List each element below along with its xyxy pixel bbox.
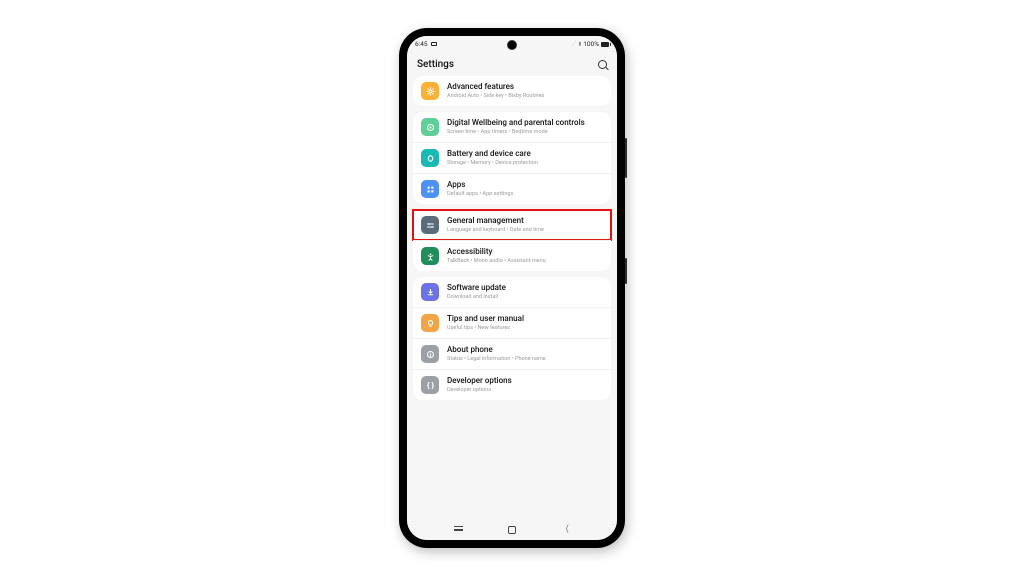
row-subtitle: Download and install (447, 294, 603, 301)
status-time: 6:45 (415, 40, 428, 48)
row-title: Software update (447, 283, 603, 293)
grid-icon (421, 180, 439, 198)
row-title: Advanced features (447, 82, 603, 92)
front-camera-icon (507, 40, 517, 50)
app-bar: Settings (407, 52, 617, 76)
screen: 6:45 ⋰ ▮ 100% Settings Advanced features… (407, 36, 617, 540)
row-subtitle: Status • Legal information • Phone name (447, 356, 603, 363)
accessibility-icon (421, 247, 439, 265)
settings-group: Digital Wellbeing and parental controlsS… (413, 112, 611, 204)
row-title: Apps (447, 180, 603, 190)
side-button-power (625, 258, 627, 284)
settings-group: Software updateDownload and install Tips … (413, 277, 611, 400)
row-subtitle: Default apps • App settings (447, 191, 603, 198)
status-battery-pct: 100% (583, 40, 599, 48)
row-text: Advanced featuresAndroid Auto • Side key… (447, 82, 603, 100)
row-subtitle: Android Auto • Side key • Bixby Routines (447, 93, 603, 100)
settings-row-dev[interactable]: Developer optionsDeveloper options (413, 369, 611, 400)
row-text: About phoneStatus • Legal information • … (447, 345, 603, 363)
nav-recents-icon[interactable] (454, 529, 463, 531)
side-button-volume (625, 138, 627, 178)
row-title: Digital Wellbeing and parental controls (447, 118, 603, 128)
gear-icon (421, 82, 439, 100)
wellbeing-icon (421, 118, 439, 136)
nav-bar: 〈 (407, 520, 617, 540)
info-icon (421, 345, 439, 363)
row-text: Digital Wellbeing and parental controlsS… (447, 118, 603, 136)
settings-row-battery[interactable]: Battery and device careStorage • Memory … (413, 142, 611, 173)
settings-row-about[interactable]: About phoneStatus • Legal information • … (413, 338, 611, 369)
settings-group: Advanced featuresAndroid Auto • Side key… (413, 76, 611, 106)
page-title: Settings (417, 59, 454, 70)
row-subtitle: Developer options (447, 387, 603, 394)
row-subtitle: Language and keyboard • Date and time (447, 227, 603, 234)
settings-row-a11y[interactable]: AccessibilityTalkBack • Mono audio • Ass… (413, 240, 611, 271)
row-text: AppsDefault apps • App settings (447, 180, 603, 198)
row-title: Battery and device care (447, 149, 603, 159)
settings-row-tips[interactable]: Tips and user manualUseful tips • New fe… (413, 307, 611, 338)
settings-row-advanced[interactable]: Advanced featuresAndroid Auto • Side key… (413, 76, 611, 106)
wifi-icon: ⋰ (572, 41, 577, 47)
row-subtitle: Screen time • App timers • Bedtime mode (447, 129, 603, 136)
lightbulb-icon (421, 314, 439, 332)
sliders-icon (421, 216, 439, 234)
row-text: AccessibilityTalkBack • Mono audio • Ass… (447, 247, 603, 265)
signal-icon: ▮ (579, 41, 582, 47)
download-icon (421, 283, 439, 301)
row-subtitle: Storage • Memory • Device protection (447, 160, 603, 167)
row-title: General management (447, 216, 603, 226)
settings-group: General managementLanguage and keyboard … (413, 210, 611, 271)
row-subtitle: TalkBack • Mono audio • Assistant menu (447, 258, 603, 265)
phone-frame: 6:45 ⋰ ▮ 100% Settings Advanced features… (399, 28, 625, 548)
settings-list[interactable]: Advanced featuresAndroid Auto • Side key… (407, 76, 617, 520)
row-subtitle: Useful tips • New features (447, 325, 603, 332)
row-text: Developer optionsDeveloper options (447, 376, 603, 394)
search-icon[interactable] (598, 60, 607, 69)
nav-home-icon[interactable] (508, 526, 516, 534)
row-text: Software updateDownload and install (447, 283, 603, 301)
battery-icon (601, 42, 609, 47)
care-icon (421, 149, 439, 167)
camera-icon (431, 42, 437, 46)
row-title: Developer options (447, 376, 603, 386)
settings-row-update[interactable]: Software updateDownload and install (413, 277, 611, 307)
row-title: Accessibility (447, 247, 603, 257)
settings-row-general[interactable]: General managementLanguage and keyboard … (413, 210, 611, 240)
nav-back-icon[interactable]: 〈 (563, 526, 569, 535)
settings-row-wellbeing[interactable]: Digital Wellbeing and parental controlsS… (413, 112, 611, 142)
row-title: Tips and user manual (447, 314, 603, 324)
row-text: Tips and user manualUseful tips • New fe… (447, 314, 603, 332)
row-title: About phone (447, 345, 603, 355)
row-text: General managementLanguage and keyboard … (447, 216, 603, 234)
row-text: Battery and device careStorage • Memory … (447, 149, 603, 167)
braces-icon (421, 376, 439, 394)
settings-row-apps[interactable]: AppsDefault apps • App settings (413, 173, 611, 204)
